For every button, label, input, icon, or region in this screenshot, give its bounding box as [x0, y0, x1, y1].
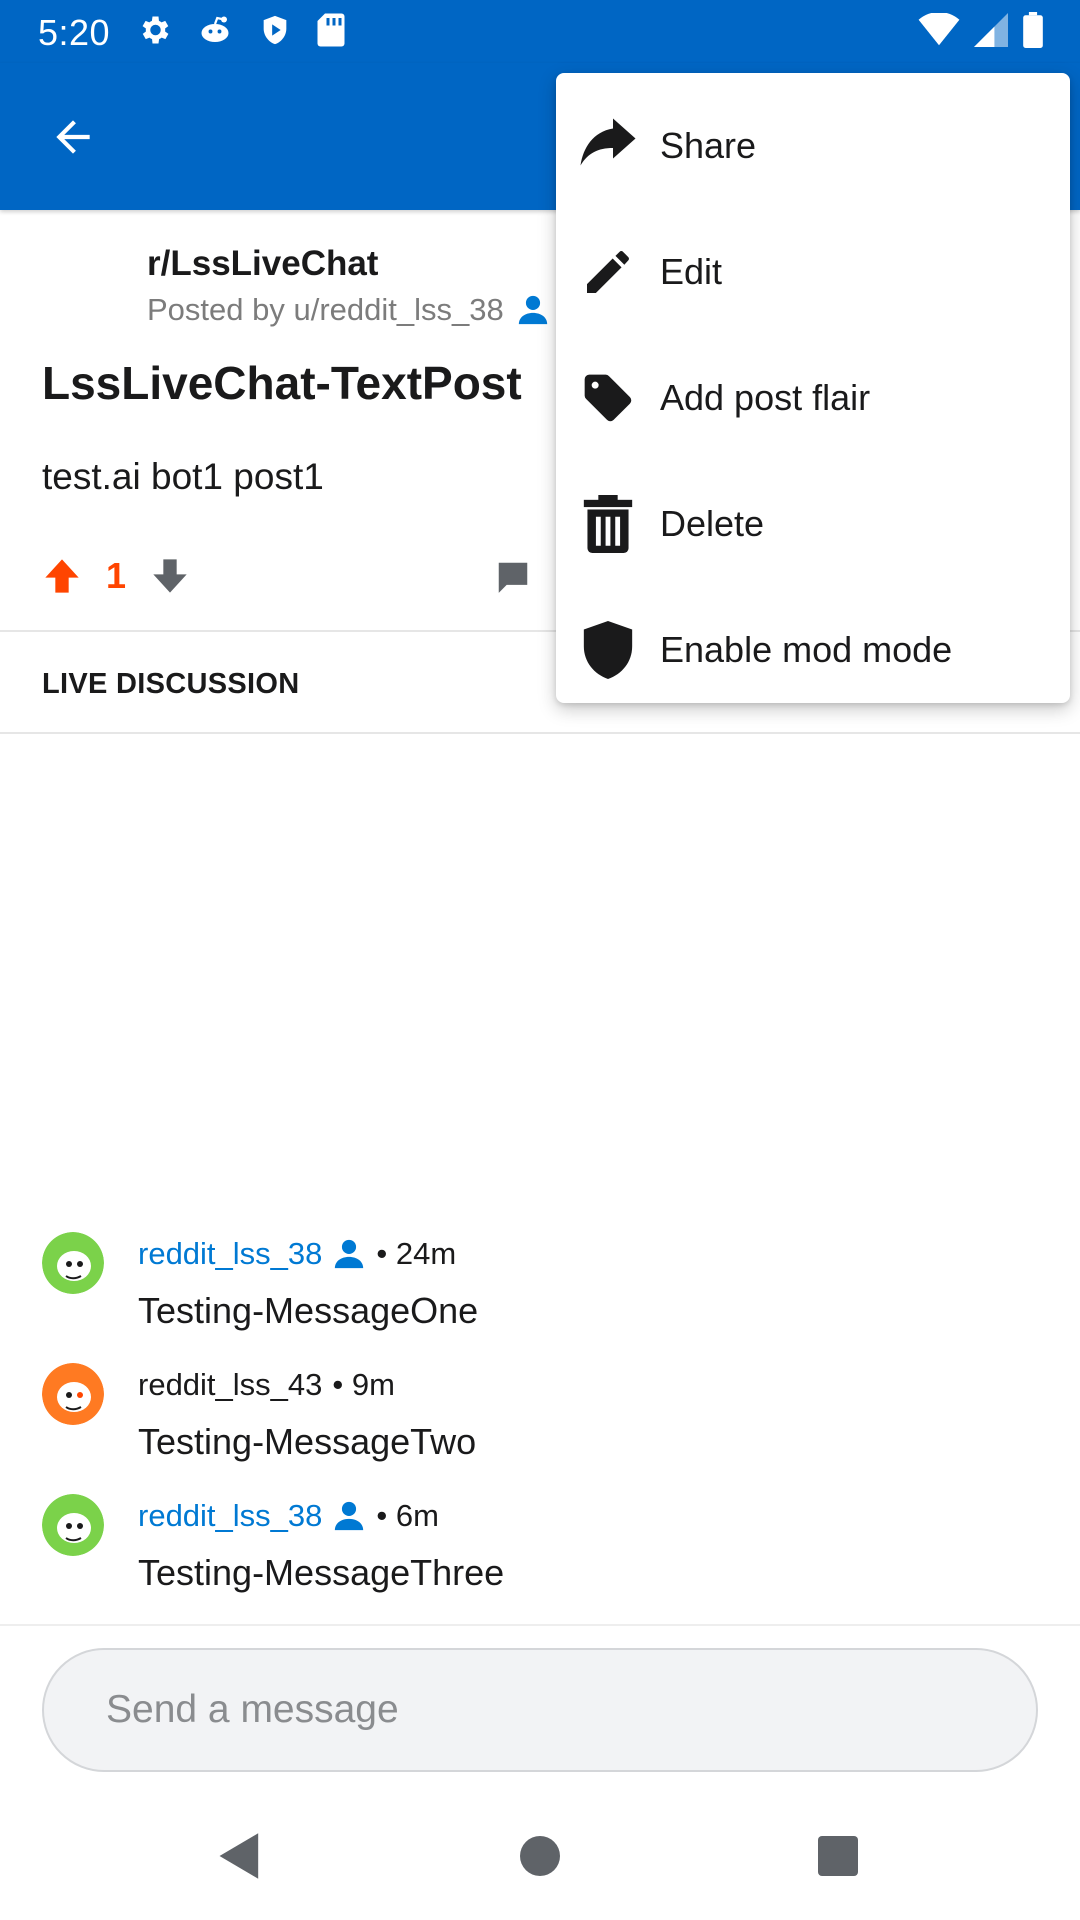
trash-icon [578, 494, 638, 554]
wifi-icon [918, 13, 960, 46]
avatar[interactable] [42, 1232, 104, 1294]
reddit-alien-icon [201, 16, 229, 42]
avatar[interactable] [42, 1494, 104, 1556]
recents-square-icon [818, 1836, 858, 1876]
menu-item-label: Add post flair [660, 377, 871, 418]
message-username[interactable]: reddit_lss_38 [138, 1498, 322, 1534]
nav-home-button[interactable] [500, 1826, 580, 1886]
live-discussion-label: LIVE DISCUSSION [42, 668, 300, 700]
message-username[interactable]: reddit_lss_43 [138, 1367, 322, 1403]
menu-item-label: Delete [660, 503, 765, 544]
comment-icon[interactable] [494, 558, 532, 596]
posted-by-text[interactable]: Posted by u/reddit_lss_38 [147, 292, 504, 328]
back-triangle-icon [219, 1833, 259, 1879]
op-user-icon [335, 1501, 364, 1531]
chat-message: reddit_lss_38 • 6m Testing-MessageThree [0, 1494, 1080, 1624]
op-user-icon [518, 295, 547, 325]
sd-card-icon [317, 13, 345, 47]
menu-item-enable-mod-mode[interactable]: Enable mod mode [556, 587, 1070, 713]
battery-icon [1023, 12, 1043, 48]
chat-message: reddit_lss_43 • 9m Testing-MessageTwo [0, 1363, 1080, 1493]
share-icon [578, 116, 638, 176]
pencil-icon [578, 242, 638, 302]
snoo-avatar-icon [42, 1494, 104, 1556]
message-time: • 24m [376, 1236, 457, 1271]
upvote-icon[interactable] [42, 556, 82, 596]
tag-icon [578, 368, 638, 428]
posted-by: Posted by u/reddit_lss_38 [147, 292, 550, 328]
status-bar: 5:20 [0, 0, 1080, 63]
message-meta: reddit_lss_38 • 24m [138, 1236, 456, 1272]
menu-item-share[interactable]: Share [556, 83, 1070, 209]
post-title: LssLiveChat-TextPost [42, 357, 522, 409]
menu-item-label: Enable mod mode [660, 629, 953, 670]
home-circle-icon [520, 1836, 560, 1876]
message-input[interactable] [42, 1648, 1038, 1772]
chat-message: reddit_lss_38 • 24m Testing-MessageOne [0, 1232, 1080, 1362]
system-nav-bar [0, 1792, 1080, 1920]
divider [0, 1624, 1080, 1626]
status-icons-right [918, 12, 1044, 48]
post-body: test.ai bot1 post1 [42, 456, 324, 497]
menu-item-label: Share [660, 125, 757, 166]
downvote-icon[interactable] [150, 556, 190, 596]
gear-icon [142, 16, 169, 44]
nav-recents-button[interactable] [798, 1826, 878, 1886]
op-user-icon [335, 1239, 364, 1269]
menu-item-delete[interactable]: Delete [556, 461, 1070, 587]
shield-icon [578, 620, 638, 680]
snoo-avatar-icon [42, 1232, 104, 1294]
arrow-back-icon [56, 120, 90, 154]
menu-item-edit[interactable]: Edit [556, 209, 1070, 335]
message-time: • 9m [332, 1367, 395, 1402]
avatar[interactable] [42, 1363, 104, 1425]
message-text: Testing-MessageThree [138, 1552, 505, 1593]
status-icons-left [136, 12, 346, 48]
menu-item-label: Edit [660, 251, 723, 292]
shield-play-icon [263, 15, 287, 45]
message-text: Testing-MessageOne [138, 1290, 479, 1331]
message-username[interactable]: reddit_lss_38 [138, 1236, 322, 1272]
cell-signal-icon [974, 13, 1008, 47]
message-text: Testing-MessageTwo [138, 1421, 477, 1462]
divider [0, 732, 1080, 734]
overflow-menu: Share Edit Add post flair Delete Enable … [556, 73, 1070, 703]
back-button[interactable] [36, 107, 110, 167]
vote-score: 1 [106, 555, 127, 596]
snoo-avatar-icon [42, 1363, 104, 1425]
message-meta: reddit_lss_38 • 6m [138, 1498, 439, 1534]
status-time: 5:20 [38, 12, 111, 53]
menu-item-add-post-flair[interactable]: Add post flair [556, 335, 1070, 461]
message-meta: reddit_lss_43 • 9m [138, 1367, 395, 1403]
message-time: • 6m [376, 1498, 439, 1533]
nav-back-button[interactable] [200, 1826, 280, 1886]
subreddit-name[interactable]: r/LssLiveChat [147, 244, 378, 284]
vote-row: 1 [42, 555, 190, 597]
